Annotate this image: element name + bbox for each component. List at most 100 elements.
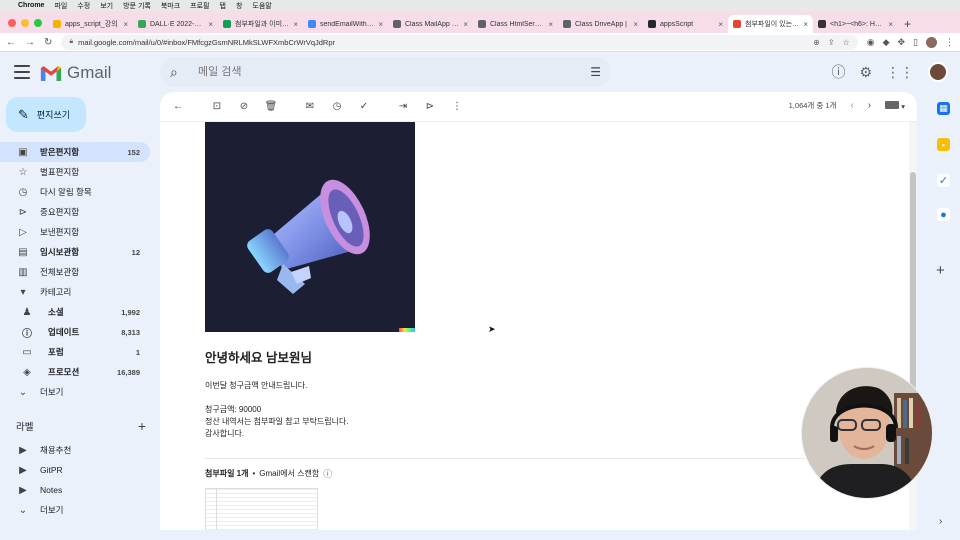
url-omnibox[interactable]: 🔒︎ mail.google.com/mail/u/0/#inbox/FMfcg…: [61, 34, 858, 50]
new-tab-button[interactable]: +: [898, 15, 917, 33]
more-options-icon[interactable]: ⋮: [449, 99, 465, 115]
kebab-menu-icon[interactable]: ⋮: [945, 37, 954, 48]
browser-tab[interactable]: Class MailApp | A ×: [388, 15, 473, 33]
profile-avatar[interactable]: [926, 36, 937, 48]
zoom-window-button[interactable]: [34, 19, 42, 27]
older-chevron-icon[interactable]: ›: [868, 100, 871, 111]
browser-tab[interactable]: Class HtmlService ×: [473, 15, 558, 33]
snooze-icon[interactable]: ◷: [329, 99, 345, 115]
sidebar-item[interactable]: ⊳ 중요편지함: [0, 202, 150, 222]
browser-tab[interactable]: 첨부파일이 있는 이미지 ×: [728, 15, 813, 33]
delete-icon[interactable]: 🗑︎: [263, 99, 279, 115]
apps-grid-icon[interactable]: ⋮⋮: [886, 64, 914, 81]
help-icon[interactable]: ⓘ: [831, 62, 845, 82]
menu-item[interactable]: 북마크: [161, 1, 180, 11]
show-side-panel-icon[interactable]: ›: [939, 516, 942, 527]
close-tab-icon[interactable]: ×: [548, 20, 553, 29]
browser-tab[interactable]: DALL·E 2022-08- ×: [133, 15, 218, 33]
close-tab-icon[interactable]: ×: [208, 20, 213, 29]
sidebar-item[interactable]: ▥ 전체보관함: [0, 262, 150, 282]
newer-chevron-icon[interactable]: ‹: [850, 100, 853, 111]
get-addons-icon[interactable]: +: [936, 262, 945, 279]
add-label-icon[interactable]: +: [138, 418, 146, 434]
sidebar-item[interactable]: ☆ 별표편지함: [0, 162, 150, 182]
settings-gear-icon[interactable]: ⚙: [859, 64, 872, 81]
sidebar-item[interactable]: ▷ 보낸편지함: [0, 222, 150, 242]
sidebar-label-item[interactable]: ⌄ 더보기: [0, 500, 150, 520]
archive-icon[interactable]: ⊡: [209, 99, 225, 115]
menu-app-name[interactable]: Chrome: [18, 2, 44, 9]
reload-icon[interactable]: ↻: [44, 37, 52, 48]
menu-item[interactable]: 파일: [54, 1, 67, 11]
browser-tab[interactable]: appsScript ×: [643, 15, 728, 33]
main-menu-icon[interactable]: [14, 65, 30, 79]
close-tab-icon[interactable]: ×: [123, 20, 128, 29]
menu-item[interactable]: 수정: [77, 1, 90, 11]
close-window-button[interactable]: [8, 19, 16, 27]
menu-item[interactable]: 도움말: [252, 1, 271, 11]
calendar-icon[interactable]: ▦: [937, 102, 950, 115]
close-tab-icon[interactable]: ×: [803, 20, 808, 29]
menu-item[interactable]: 보기: [100, 1, 113, 11]
side-panel-icon[interactable]: ▯: [913, 37, 918, 48]
close-tab-icon[interactable]: ×: [718, 20, 723, 29]
forward-arrow-icon[interactable]: →: [25, 37, 35, 48]
sidebar-label-item[interactable]: ▶ 채용추천: [0, 440, 150, 460]
compose-button[interactable]: ✎ 편지쓰기: [6, 97, 86, 132]
sidebar-item[interactable]: ◈ 프로모션 16,389: [0, 362, 150, 382]
close-tab-icon[interactable]: ×: [378, 20, 383, 29]
close-tab-icon[interactable]: ×: [633, 20, 638, 29]
back-to-inbox-icon[interactable]: ←: [170, 99, 186, 115]
extension-icon[interactable]: ◆: [883, 37, 890, 48]
search-icon[interactable]: ⌕: [170, 64, 190, 81]
label-as-icon[interactable]: ⊳: [422, 99, 438, 115]
move-to-icon[interactable]: ⇥: [395, 99, 411, 115]
menu-item[interactable]: 방문 기록: [123, 1, 151, 11]
back-arrow-icon[interactable]: ←: [6, 37, 16, 48]
keep-icon[interactable]: ▪: [937, 138, 950, 151]
contacts-icon[interactable]: ●: [937, 208, 950, 221]
browser-tab[interactable]: Class DriveApp | ×: [558, 15, 643, 33]
bookmark-star-icon[interactable]: ☆: [843, 38, 850, 47]
close-tab-icon[interactable]: ×: [888, 20, 893, 29]
sidebar-item[interactable]: ▭ 포럼 1: [0, 342, 150, 362]
sidebar-label-item[interactable]: ▶ GitPR: [0, 460, 150, 480]
search-options-icon[interactable]: ☰: [590, 65, 601, 79]
gmail-logo[interactable]: Gmail: [40, 63, 111, 83]
sidebar-item[interactable]: ◷ 다시 알림 항목: [0, 182, 150, 202]
attachment-thumbnail[interactable]: [205, 488, 318, 530]
minimize-window-button[interactable]: [21, 19, 29, 27]
puzzle-icon[interactable]: ✥: [898, 37, 906, 48]
menu-item[interactable]: 창: [236, 1, 242, 11]
sidebar-item[interactable]: ⌄ 더보기: [0, 382, 150, 402]
install-app-icon[interactable]: ⊕: [813, 38, 820, 47]
close-tab-icon[interactable]: ×: [463, 20, 468, 29]
close-tab-icon[interactable]: ×: [293, 20, 298, 29]
megaphone-image[interactable]: [205, 122, 415, 332]
sidebar-item[interactable]: ♟ 소셜 1,992: [0, 302, 150, 322]
extension-icon[interactable]: ◉: [867, 37, 875, 48]
browser-tab[interactable]: sendEmailWithFile ×: [303, 15, 388, 33]
menu-item[interactable]: 탭: [220, 1, 226, 11]
mail-search-input[interactable]: [190, 66, 591, 78]
sidebar-item[interactable]: ▣ 받은편지함 152: [0, 142, 150, 162]
input-tools[interactable]: ▾: [885, 100, 905, 111]
browser-tab[interactable]: <h1>~<h6>: HTML ×: [813, 15, 898, 33]
mark-unread-icon[interactable]: ✉: [302, 99, 318, 115]
share-icon[interactable]: ⇪: [828, 38, 835, 47]
lock-icon[interactable]: 🔒︎: [69, 38, 73, 46]
info-icon[interactable]: ⓘ: [323, 467, 332, 480]
menu-item[interactable]: 프로필: [190, 1, 209, 11]
sidebar-item[interactable]: ⓘ 업데이트 8,313: [0, 322, 150, 342]
sidebar-item[interactable]: ▾ 카테고리: [0, 282, 150, 302]
pencil-icon: ✎: [18, 106, 29, 122]
tasks-icon[interactable]: ✓: [937, 174, 950, 187]
browser-tab[interactable]: 첨부파일과 이미지가 ×: [218, 15, 303, 33]
tab-favicon-icon: [308, 20, 316, 28]
report-spam-icon[interactable]: ⊘: [236, 99, 252, 115]
account-avatar[interactable]: [928, 62, 948, 82]
add-task-icon[interactable]: ✓: [356, 99, 372, 115]
browser-tab[interactable]: apps_script_강의 ×: [48, 15, 133, 33]
sidebar-item[interactable]: ▤ 임시보관함 12: [0, 242, 150, 262]
sidebar-label-item[interactable]: ▶ Notes: [0, 480, 150, 500]
